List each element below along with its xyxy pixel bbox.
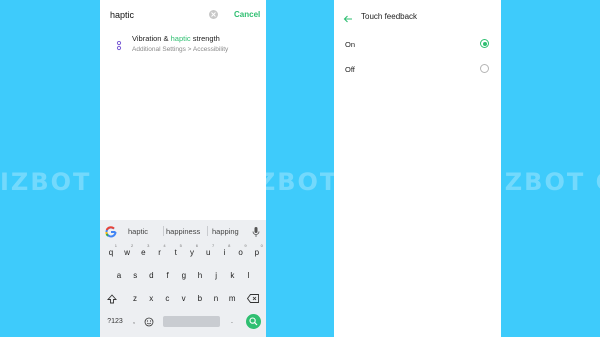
back-arrow-icon[interactable] xyxy=(343,11,353,23)
key-h[interactable]: h xyxy=(193,268,207,283)
suggestion-3[interactable]: happing xyxy=(212,227,239,236)
key-q[interactable]: q1 xyxy=(104,243,118,260)
key-z[interactable]: z xyxy=(128,291,142,306)
key-r[interactable]: r4 xyxy=(153,243,167,260)
page-title: Touch feedback xyxy=(361,12,418,21)
comma-key[interactable]: , xyxy=(129,314,139,329)
key-l[interactable]: l xyxy=(242,268,256,283)
key-d[interactable]: d xyxy=(144,268,158,283)
clear-icon[interactable] xyxy=(209,10,218,19)
key-alt-label: 7 xyxy=(211,243,215,248)
key-p[interactable]: p0 xyxy=(250,243,264,260)
key-j[interactable]: j xyxy=(209,268,223,283)
emoji-key[interactable] xyxy=(142,314,156,329)
symbols-key[interactable]: ?123 xyxy=(104,314,126,329)
key-e[interactable]: e3 xyxy=(136,243,150,260)
cancel-button[interactable]: Cancel xyxy=(234,10,260,19)
key-alt-label: 9 xyxy=(244,243,247,248)
key-w[interactable]: w2 xyxy=(120,243,134,260)
suggestion-1[interactable]: haptic xyxy=(128,227,148,236)
result-title-before: Vibration & xyxy=(132,34,171,43)
space-key[interactable] xyxy=(163,316,220,327)
key-alt-label: 8 xyxy=(228,243,231,248)
key-v[interactable]: v xyxy=(177,291,191,306)
key-alt-label: 0 xyxy=(260,243,263,248)
vibration-icon xyxy=(116,40,122,52)
key-n[interactable]: n xyxy=(209,291,223,306)
mic-icon[interactable] xyxy=(252,225,260,237)
shift-key[interactable] xyxy=(104,291,120,306)
search-result-item[interactable]: Vibration & haptic strength Additional S… xyxy=(100,30,266,60)
key-y[interactable]: y6 xyxy=(185,243,199,260)
search-input[interactable] xyxy=(110,8,210,22)
option-on[interactable]: On xyxy=(334,32,501,56)
result-title-after: strength xyxy=(190,34,220,43)
key-a[interactable]: a xyxy=(112,268,126,283)
key-alt-label: 5 xyxy=(179,243,182,248)
key-b[interactable]: b xyxy=(193,291,207,306)
key-o[interactable]: o9 xyxy=(234,243,248,260)
result-path: Additional Settings > Accessibility xyxy=(132,46,229,53)
key-t[interactable]: t5 xyxy=(169,243,183,260)
option-label: Off xyxy=(345,65,355,74)
option-label: On xyxy=(345,40,356,49)
key-x[interactable]: x xyxy=(144,291,158,306)
key-c[interactable]: c xyxy=(160,291,174,306)
search-screen: Cancel Vibration & haptic strength Addit… xyxy=(100,0,266,337)
key-f[interactable]: f xyxy=(161,268,175,283)
suggestion-strip: haptic happiness happing xyxy=(100,220,266,242)
radio-button[interactable] xyxy=(480,39,489,48)
result-title: Vibration & haptic strength xyxy=(132,34,220,43)
suggestion-divider xyxy=(163,226,164,236)
touch-feedback-screen: Touch feedback On Off xyxy=(334,0,501,337)
suggestion-2[interactable]: happiness xyxy=(166,227,200,236)
key-alt-label: 3 xyxy=(147,243,150,248)
radio-button[interactable] xyxy=(480,64,489,73)
search-bar: Cancel xyxy=(100,0,266,30)
key-alt-label: 1 xyxy=(114,243,117,248)
key-alt-label: 4 xyxy=(163,243,166,248)
key-k[interactable]: k xyxy=(225,268,239,283)
key-s[interactable]: s xyxy=(128,268,142,283)
watermark: IZBOT GIZBOT GIZBOT GIZBOT GIZBOT GIZBOT… xyxy=(0,168,600,196)
key-g[interactable]: g xyxy=(177,268,191,283)
key-alt-label: 6 xyxy=(195,243,198,248)
key-i[interactable]: i8 xyxy=(217,243,231,260)
google-icon[interactable] xyxy=(105,225,117,238)
backspace-key[interactable] xyxy=(244,291,262,306)
search-key[interactable] xyxy=(246,314,261,329)
key-u[interactable]: u7 xyxy=(201,243,215,260)
key-m[interactable]: m xyxy=(225,291,239,306)
suggestion-divider xyxy=(207,226,208,236)
period-key[interactable]: . xyxy=(227,314,237,329)
option-off[interactable]: Off xyxy=(334,57,501,81)
keyboard: haptic happiness happing ?123 , . q 1 w … xyxy=(100,220,266,337)
key-alt-label: 2 xyxy=(130,243,134,248)
result-title-highlight: haptic xyxy=(170,34,191,43)
